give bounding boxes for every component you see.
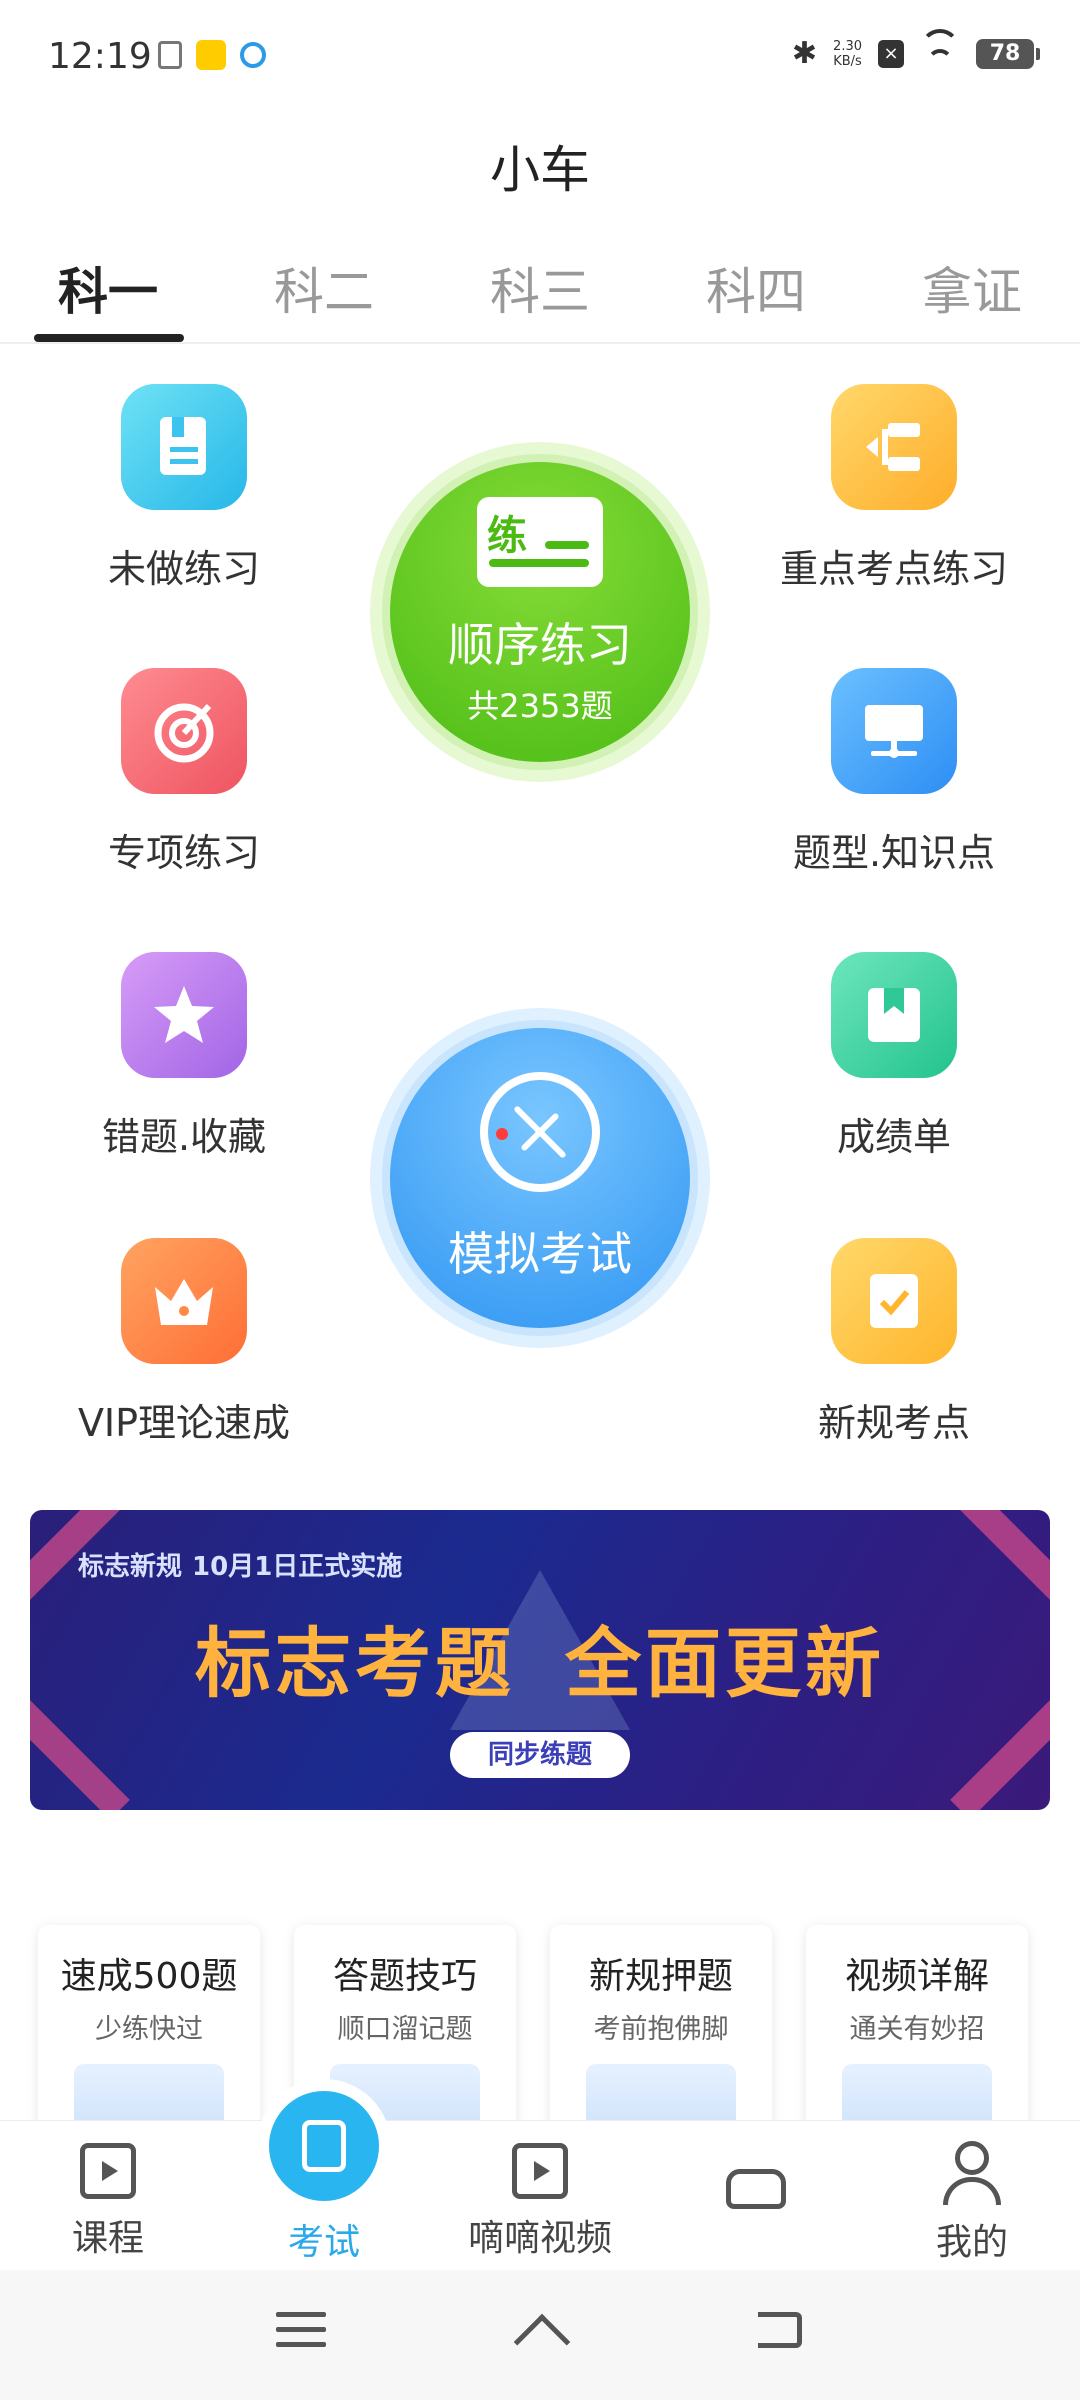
feature-cards: 速成500题 少练快过 答题技巧 顺口溜记题 新规押题 考前抱佛脚 视频详解 通… <box>38 1925 1048 2135</box>
sequential-practice-inner: 练 顺序练习 共2353题 <box>390 462 690 762</box>
card-video-explain[interactable]: 视频详解 通关有妙招 <box>806 1925 1028 2135</box>
bottom-nav: 课程 考试 嘀嘀视频 我的 <box>0 2091 1080 2270</box>
question-type-knowledge-label: 题型.知识点 <box>792 831 996 875</box>
network-speed: 2.30 KB/s <box>833 38 862 69</box>
system-nav-bar <box>0 2270 1080 2400</box>
home-icon[interactable] <box>513 2312 571 2371</box>
mock-exam-inner: 模拟考试 <box>390 1028 690 1328</box>
mock-exam-button[interactable]: 模拟考试 <box>370 1008 710 1348</box>
wifi-icon <box>920 28 960 69</box>
tab-subject-3[interactable]: 科三 <box>432 248 648 342</box>
system-indicators: ✱ 2.30 KB/s × 78 <box>791 28 1040 71</box>
video-clapper-icon <box>512 2143 568 2199</box>
score-report-label: 成绩单 <box>836 1115 951 1159</box>
crown-icon <box>121 1238 247 1364</box>
practice-card-icon: 练 <box>477 497 603 587</box>
back-icon[interactable] <box>758 2312 802 2348</box>
promo-banner[interactable]: 标志新规 10月1日正式实施 标志考题 全面更新 同步练题 <box>30 1510 1050 1810</box>
question-type-knowledge-button[interactable]: 题型.知识点 <box>714 668 1074 877</box>
undone-practice-label: 未做练习 <box>107 547 260 591</box>
subject-tabs: 科一 科二 科三 科四 拿证 <box>0 248 1080 344</box>
tab-subject-2[interactable]: 科二 <box>216 248 432 342</box>
key-points-practice-label: 重点考点练习 <box>779 547 1008 591</box>
tab-subject-1[interactable]: 科一 <box>0 248 216 342</box>
exam-icon <box>269 2091 379 2201</box>
app-notification-icon <box>196 40 226 70</box>
timer-icon <box>480 1072 600 1192</box>
nav-videos[interactable]: 嘀嘀视频 <box>432 2121 648 2270</box>
key-points-practice-button[interactable]: 重点考点练习 <box>714 384 1074 593</box>
special-practice-button[interactable]: 专项练习 <box>4 668 364 877</box>
banner-tag: 标志新规 10月1日正式实施 <box>78 1552 403 1582</box>
menu-icon[interactable] <box>276 2312 326 2356</box>
page-title: 小车 <box>490 141 590 199</box>
browser-notification-icon <box>240 42 266 68</box>
wrong-favorites-button[interactable]: 错题.收藏 <box>4 952 364 1161</box>
vip-theory-button[interactable]: VIP理论速成 <box>4 1238 364 1447</box>
vip-theory-label: VIP理论速成 <box>77 1401 291 1445</box>
sync-practice-button[interactable]: 同步练题 <box>450 1732 630 1778</box>
card-fast-500[interactable]: 速成500题 少练快过 <box>38 1925 260 2135</box>
checklist-icon <box>831 1238 957 1364</box>
star-icon <box>121 952 247 1078</box>
mock-exam-title: 模拟考试 <box>448 1227 632 1281</box>
wrong-favorites-label: 错题.收藏 <box>101 1115 267 1159</box>
undone-practice-button[interactable]: 未做练习 <box>4 384 364 593</box>
card-new-rules-predict[interactable]: 新规押题 考前抱佛脚 <box>550 1925 772 2135</box>
no-sim-icon: × <box>878 39 904 68</box>
bookmark-icon <box>831 952 957 1078</box>
sequential-practice-button[interactable]: 练 顺序练习 共2353题 <box>370 442 710 782</box>
tab-subject-4[interactable]: 科四 <box>648 248 864 342</box>
score-report-button[interactable]: 成绩单 <box>714 952 1074 1161</box>
monitor-icon <box>831 668 957 794</box>
sequential-practice-count: 共2353题 <box>467 687 613 725</box>
battery-icon: 78 <box>976 38 1040 69</box>
flowchart-icon <box>831 384 957 510</box>
book-icon <box>121 384 247 510</box>
nav-exam[interactable]: 考试 <box>216 2091 432 2270</box>
status-time: 12:19 <box>48 36 152 77</box>
sequential-practice-title: 顺序练习 <box>448 618 632 672</box>
bluetooth-icon: ✱ <box>791 36 818 71</box>
course-play-icon <box>80 2143 136 2199</box>
special-practice-label: 专项练习 <box>107 831 260 875</box>
nav-courses[interactable]: 课程 <box>0 2121 216 2270</box>
nav-car[interactable] <box>648 2121 864 2270</box>
nav-profile[interactable]: 我的 <box>864 2121 1080 2270</box>
car-icon <box>726 2169 786 2209</box>
target-icon <box>121 668 247 794</box>
tab-get-license[interactable]: 拿证 <box>864 248 1080 342</box>
document-icon <box>158 41 182 69</box>
status-bar: 12:19 ✱ 2.30 KB/s × 78 <box>0 0 1080 115</box>
new-rules-points-label: 新规考点 <box>817 1401 970 1445</box>
banner-headline: 标志考题 全面更新 <box>195 1619 885 1708</box>
notification-icons <box>158 40 266 70</box>
user-icon <box>942 2141 1002 2205</box>
new-rules-points-button[interactable]: 新规考点 <box>714 1238 1074 1447</box>
